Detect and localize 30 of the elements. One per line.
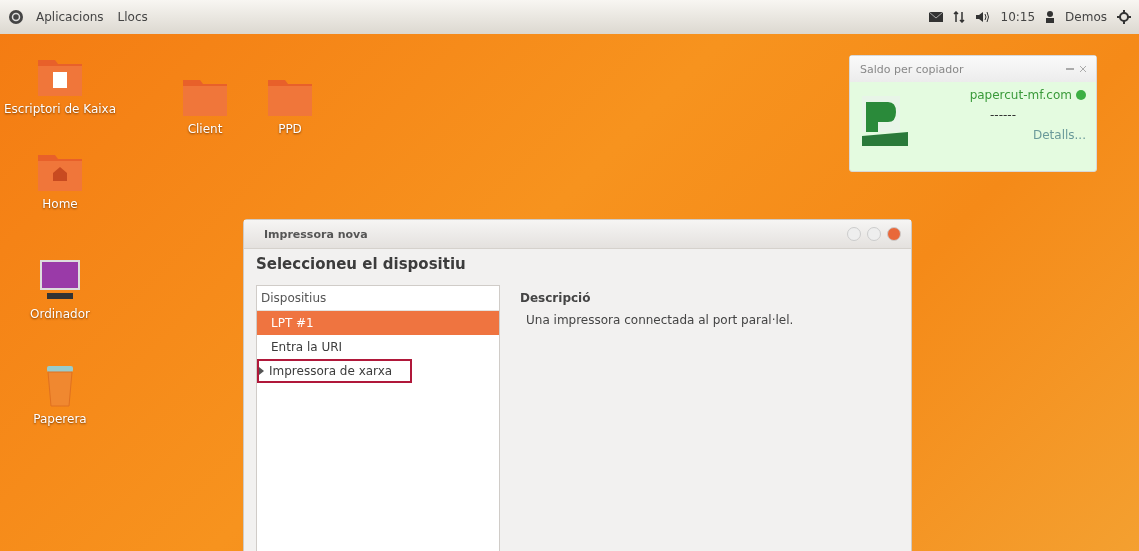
expander-icon[interactable] <box>257 367 265 375</box>
menu-item[interactable]: Llocs <box>115 8 150 26</box>
desktop-icon-label[interactable]: PPD <box>278 122 302 136</box>
desktop-icon-label[interactable]: Home <box>42 197 78 211</box>
power-icon[interactable] <box>1117 10 1131 24</box>
network-arrows-icon[interactable] <box>952 11 965 23</box>
user-name[interactable]: Demos <box>1065 10 1107 24</box>
desktop-icon-label[interactable]: Ordinador <box>30 307 90 321</box>
dialog-heading: Seleccioneu el dispositiu <box>256 255 467 273</box>
device-item[interactable]: LPT #1 <box>257 311 499 335</box>
clock-text[interactable]: 10:15 <box>1000 10 1036 24</box>
desktop-icon-label[interactable]: Paperera <box>33 412 87 426</box>
mail-icon[interactable] <box>928 12 943 22</box>
balance-value: ------ <box>990 108 1016 122</box>
status-ok-icon <box>1076 90 1086 100</box>
desktop-icon-label[interactable]: Escriptori de Kaixa <box>3 102 117 116</box>
dialog-title: Impressora nova <box>264 227 369 241</box>
device-item[interactable]: Entra la URI <box>257 335 499 359</box>
menu-item[interactable]: Aplicacions <box>34 8 106 26</box>
volume-icon[interactable] <box>974 11 991 23</box>
description-text: Una impressora connectada al port paral·lel. <box>525 313 795 327</box>
device-item[interactable]: Impressora de xarxa <box>257 359 413 383</box>
widget-title: Saldo per copiador <box>860 62 965 76</box>
desktop-icon-label[interactable]: Client <box>187 122 223 136</box>
close-button[interactable] <box>887 227 901 241</box>
description-label: Descripció <box>520 291 592 305</box>
user-icon[interactable] <box>1045 11 1056 23</box>
logo-icon[interactable] <box>8 9 24 25</box>
server-name: papercut-mf.com <box>969 88 1072 102</box>
details-link[interactable]: Detalls... <box>1032 128 1086 142</box>
